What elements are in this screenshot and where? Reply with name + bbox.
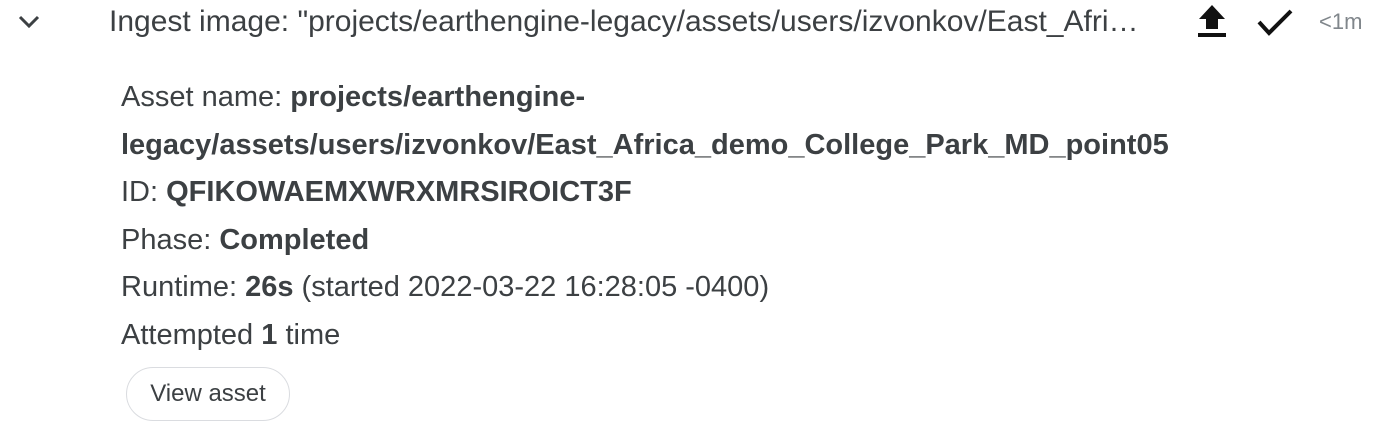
check-icon — [1255, 3, 1295, 41]
id-row: ID: QFIKOWAEMXWRXMRSIROICT3F — [121, 169, 1321, 217]
phase-value: Completed — [219, 223, 370, 256]
runtime-value: 26s — [245, 271, 294, 304]
runtime-row: Runtime: 26s (started 2022-03-22 16:28:0… — [121, 264, 1321, 312]
task-details: Asset name: projects/earthengine- legacy… — [121, 74, 1321, 360]
asset-name-value-part2: legacy/assets/users/izvonkov/East_Africa… — [121, 128, 1169, 161]
asset-name-row-continued: legacy/assets/users/izvonkov/East_Africa… — [121, 122, 1321, 170]
attempted-count: 1 — [261, 318, 278, 351]
id-label: ID: — [121, 176, 167, 209]
asset-name-label: Asset name: — [121, 81, 291, 113]
runtime-started: (started 2022-03-22 16:28:05 -0400) — [293, 271, 770, 304]
id-value: QFIKOWAEMXWRXMRSIROICT3F — [166, 176, 632, 209]
elapsed-time: <1m — [1319, 9, 1363, 34]
asset-name-value-part1: projects/earthengine- — [290, 81, 586, 113]
attempts-row: Attempted 1 time — [121, 312, 1321, 360]
upload-icon — [1193, 2, 1231, 40]
attempted-suffix: time — [277, 318, 341, 351]
attempted-prefix: Attempted — [121, 318, 262, 351]
runtime-label: Runtime: — [121, 271, 246, 304]
task-title: Ingest image: "projects/earthengine-lega… — [109, 5, 1141, 38]
chevron-down-icon[interactable] — [14, 9, 44, 35]
phase-row: Phase: Completed — [121, 217, 1321, 265]
phase-label: Phase: — [121, 223, 220, 256]
task-header-row[interactable]: Ingest image: "projects/earthengine-lega… — [0, 0, 1376, 44]
asset-name-row: Asset name: projects/earthengine- — [121, 74, 1321, 122]
view-asset-button[interactable]: View asset — [126, 367, 290, 421]
